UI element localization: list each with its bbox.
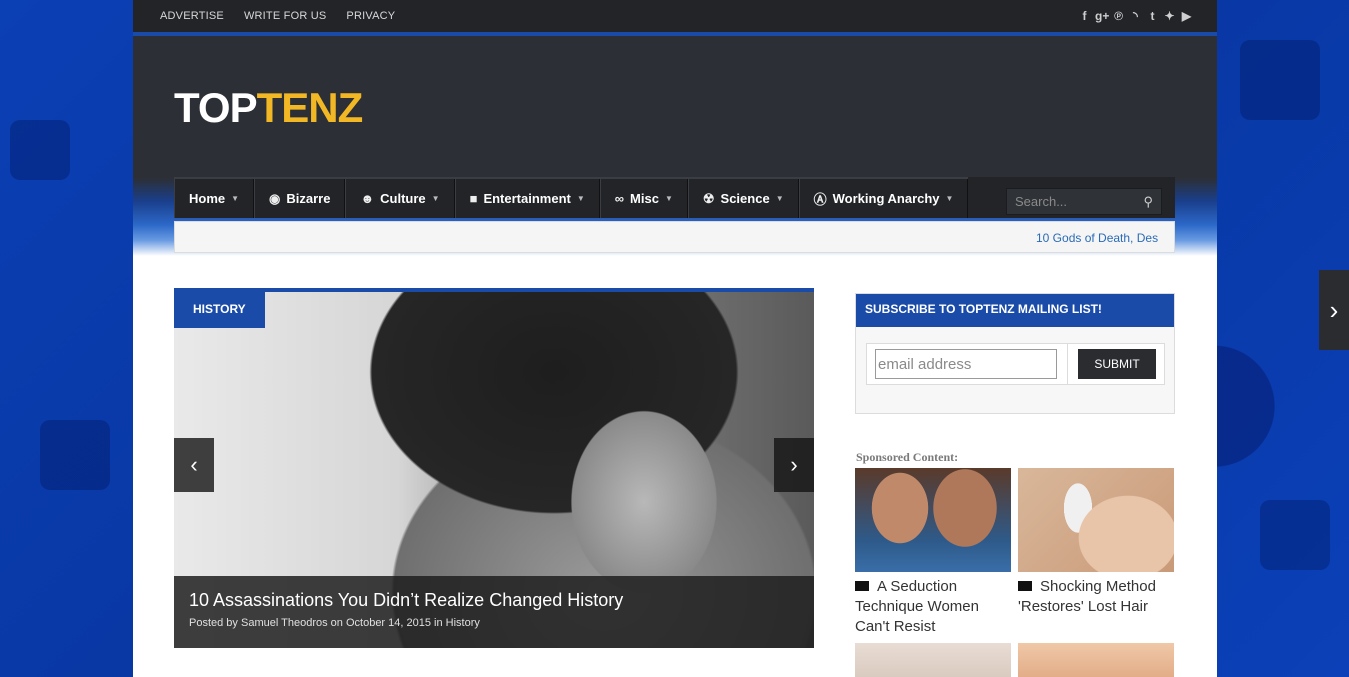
logo-tenz: TENZ: [256, 84, 364, 131]
nav-item-bizarre[interactable]: ◉ Bizarre: [254, 179, 346, 218]
sponsored-title[interactable]: Shocking Method 'Restores' Lost Hair: [1018, 577, 1174, 617]
sponsored-item[interactable]: Shocking Method 'Restores' Lost Hair: [1018, 468, 1174, 617]
sponsored-title-text: Shocking Method 'Restores' Lost Hair: [1018, 578, 1156, 615]
video-icon: [1018, 581, 1032, 591]
caret-down-icon: ▼: [231, 194, 240, 203]
mask-icon: ☻: [360, 191, 375, 206]
search-icon[interactable]: ⚲: [1143, 194, 1153, 210]
anarchy-icon: Ⓐ: [813, 192, 827, 207]
sponsored-title-text: A Seduction Technique Women Can't Resist: [855, 578, 979, 635]
sponsored-thumbnail[interactable]: [1018, 643, 1174, 677]
nav-item-entertainment[interactable]: ■ Entertainment ▼: [454, 179, 600, 218]
advertise-link[interactable]: ADVERTISE: [160, 10, 224, 22]
nav-item-culture[interactable]: ☻ Culture ▼: [345, 179, 455, 218]
article-title[interactable]: 10 Assassinations You Didn’t Realize Cha…: [189, 590, 799, 611]
search-input[interactable]: [1015, 194, 1135, 209]
logo-top: TOP: [174, 84, 258, 131]
submit-button[interactable]: SUBMIT: [1077, 349, 1156, 379]
radiation-icon: ☢: [702, 190, 715, 206]
nav-label: Misc: [630, 191, 659, 206]
chevron-right-icon: ›: [1329, 294, 1339, 325]
featured-slider: HISTORY ‹ › 10 Assassinations You Didn’t…: [174, 288, 814, 648]
facebook-icon[interactable]: f: [1078, 9, 1091, 23]
author-link[interactable]: Samuel Theodros: [241, 617, 328, 629]
nav-label: Home: [189, 191, 226, 206]
page-wrapper: ADVERTISE WRITE FOR US PRIVACY f g+ ℗ ◝ …: [133, 0, 1217, 677]
nav-label: Entertainment: [483, 191, 571, 206]
search-box: ⚲: [1006, 188, 1162, 215]
main-nav: Home ▼ ◉ Bizarre ☻ Culture ▼ ■ Entertainment ▼…: [174, 177, 1175, 218]
sponsored-thumbnail[interactable]: [1018, 468, 1174, 572]
nav-items: Home ▼ ◉ Bizarre ☻ Culture ▼ ■ Entertainment ▼…: [174, 177, 969, 218]
sponsored-title[interactable]: A Seduction Technique Women Can't Resist: [855, 577, 1011, 637]
sponsored-thumbnail[interactable]: [855, 643, 1011, 677]
subscribe-widget: SUBSCRIBE TO TOPTENZ MAILING LIST! SUBMI…: [855, 293, 1175, 414]
rss-icon[interactable]: ◝: [1129, 9, 1142, 23]
caret-down-icon: ▼: [576, 194, 585, 203]
chevron-right-icon: ›: [790, 452, 798, 477]
privacy-link[interactable]: PRIVACY: [346, 10, 395, 22]
nav-label: Science: [720, 191, 770, 206]
write-for-us-link[interactable]: WRITE FOR US: [244, 10, 326, 22]
social-icons: f g+ ℗ ◝ t ✦ ▶: [1078, 9, 1193, 23]
top-links: ADVERTISE WRITE FOR US PRIVACY: [160, 10, 395, 22]
google-plus-icon[interactable]: g+: [1095, 9, 1109, 23]
eye-icon: ◉: [269, 190, 281, 206]
infinity-icon: ∞: [614, 191, 625, 206]
email-field[interactable]: [875, 349, 1057, 379]
news-ticker: 10 Gods of Death, Des: [174, 221, 1175, 253]
slide-caption: 10 Assassinations You Didn’t Realize Cha…: [174, 576, 814, 648]
site-logo[interactable]: TOPTENZ: [174, 84, 364, 132]
meta-prefix: Posted by: [189, 617, 241, 629]
tumblr-icon[interactable]: t: [1146, 9, 1159, 23]
camera-icon: ■: [469, 191, 478, 206]
next-page-button[interactable]: ›: [1319, 270, 1349, 350]
category-badge[interactable]: HISTORY: [174, 292, 265, 328]
caret-down-icon: ▼: [945, 194, 954, 203]
subscribe-heading: SUBSCRIBE TO TOPTENZ MAILING LIST!: [856, 294, 1174, 327]
caret-down-icon: ▼: [664, 194, 673, 203]
sponsored-thumbnail[interactable]: [855, 468, 1011, 572]
caret-down-icon: ▼: [775, 194, 784, 203]
category-link[interactable]: History: [446, 617, 480, 629]
ticker-link[interactable]: 10 Gods of Death, Des: [1036, 231, 1158, 245]
nav-item-science[interactable]: ☢ Science ▼: [687, 179, 799, 218]
video-icon: [855, 581, 869, 591]
subscribe-form: SUBMIT: [866, 343, 1165, 385]
nav-item-misc[interactable]: ∞ Misc ▼: [599, 179, 688, 218]
meta-on: on: [327, 617, 346, 629]
prev-slide-button[interactable]: ‹: [174, 438, 214, 492]
nav-label: Bizarre: [286, 191, 331, 206]
article-meta: Posted by Samuel Theodros on October 14,…: [189, 617, 799, 629]
nav-item-home[interactable]: Home ▼: [174, 179, 255, 218]
nav-label: Culture: [380, 191, 426, 206]
twitter-icon[interactable]: ✦: [1163, 9, 1176, 23]
nav-label: Working Anarchy: [832, 191, 940, 206]
top-bar: ADVERTISE WRITE FOR US PRIVACY f g+ ℗ ◝ …: [133, 0, 1217, 36]
meta-in: in: [430, 617, 446, 629]
sponsored-item[interactable]: A Seduction Technique Women Can't Resist: [855, 468, 1011, 637]
caret-down-icon: ▼: [431, 194, 440, 203]
pinterest-icon[interactable]: ℗: [1112, 9, 1125, 23]
chevron-left-icon: ‹: [190, 452, 198, 477]
post-date: October 14, 2015: [345, 617, 431, 629]
next-slide-button[interactable]: ›: [774, 438, 814, 492]
sponsored-label: Sponsored Content:: [856, 450, 959, 464]
youtube-icon[interactable]: ▶: [1180, 9, 1193, 23]
nav-item-working-anarchy[interactable]: Ⓐ Working Anarchy ▼: [798, 179, 969, 218]
divider: [1067, 344, 1068, 384]
